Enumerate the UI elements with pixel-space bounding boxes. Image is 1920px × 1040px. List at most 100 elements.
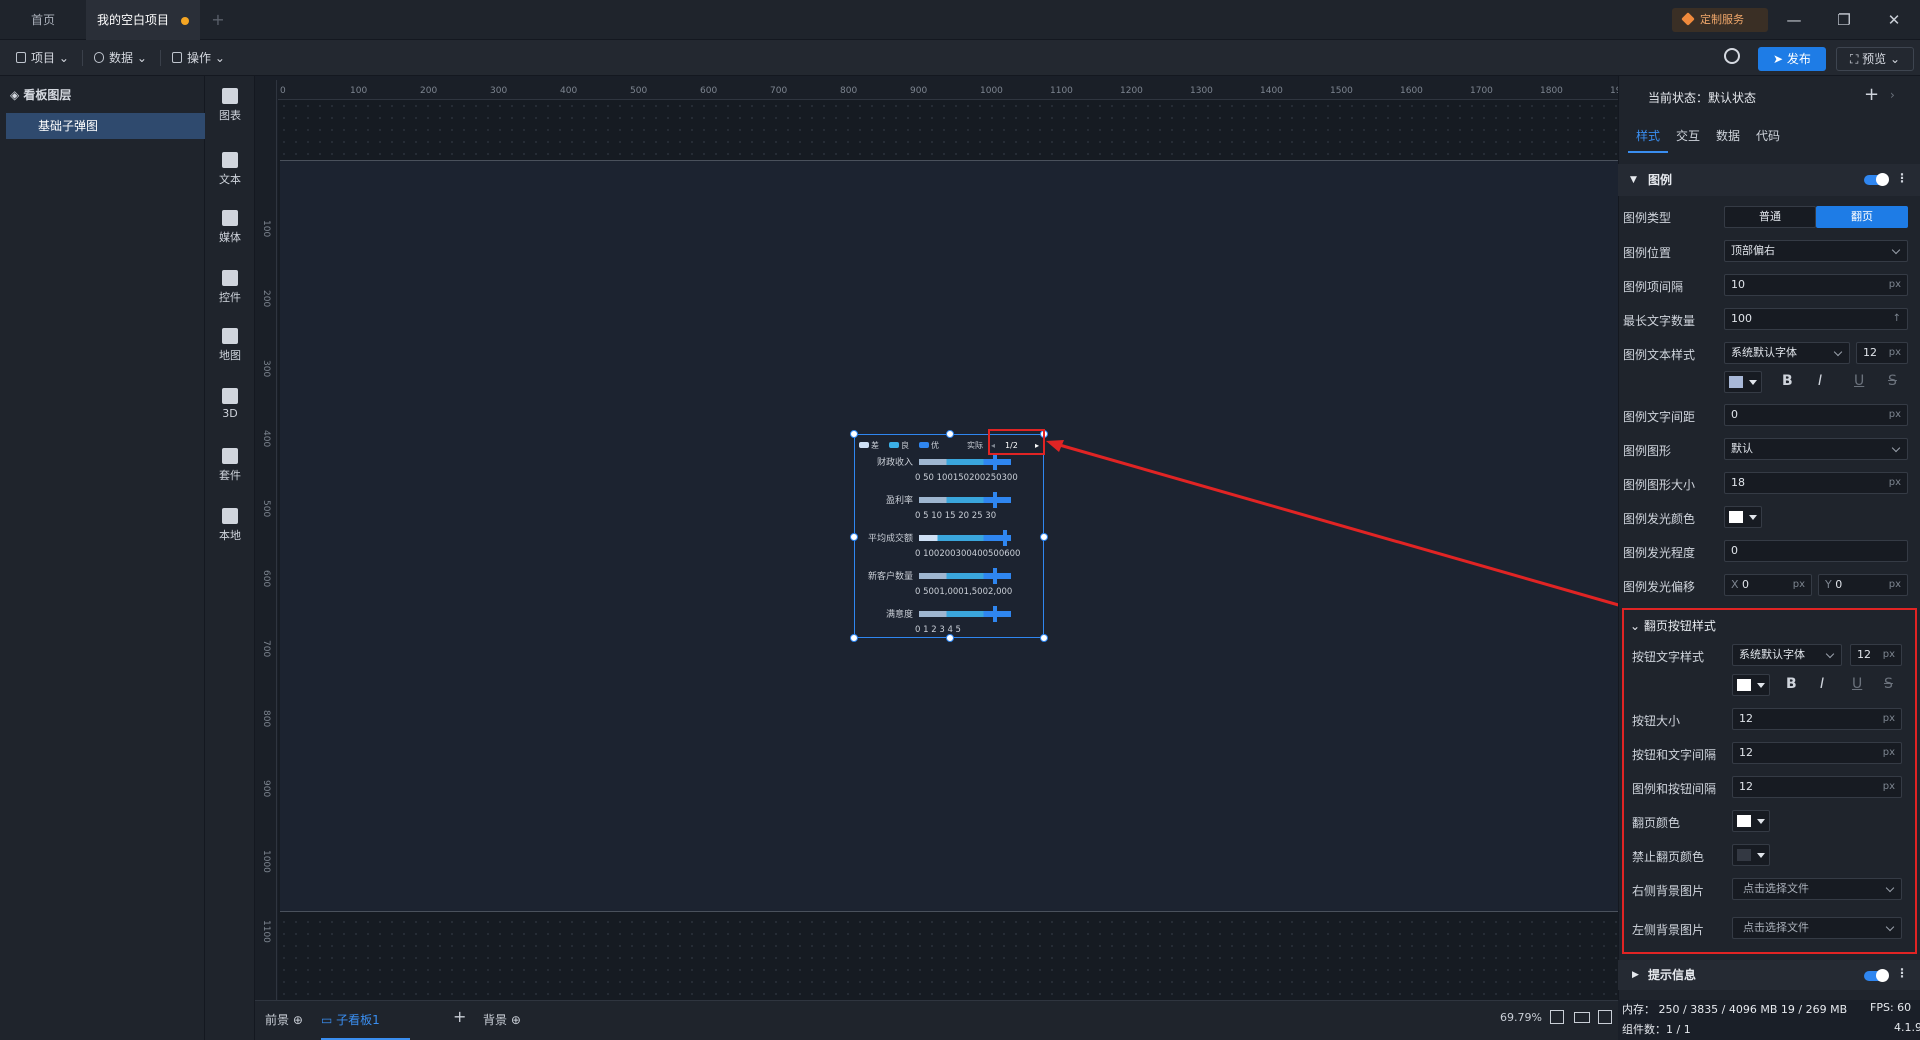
resize-handle[interactable] (850, 430, 858, 438)
tab-project[interactable]: 我的空白项目 (86, 0, 200, 40)
tab-code[interactable]: 代码 (1756, 127, 1780, 144)
resize-handle[interactable] (946, 430, 954, 438)
ruler-tick-label: 1600 (1400, 86, 1423, 96)
resize-handle[interactable] (1040, 533, 1048, 541)
disabled-color-picker[interactable] (1732, 844, 1770, 866)
menu-operation[interactable]: 操作 ⌄ (168, 46, 225, 70)
ruler-tick-label: 600 (261, 570, 271, 588)
left-bg-file-select[interactable]: 点击选择文件 (1732, 917, 1902, 939)
ruler-tick-label: 1200 (1120, 86, 1143, 96)
ruler-tick-label: 500 (630, 86, 648, 96)
tab-style[interactable]: 样式 (1636, 127, 1660, 144)
text-spacing-input[interactable]: 0 px (1724, 404, 1908, 426)
glow-x-input[interactable]: X 0 px (1724, 574, 1812, 596)
tooltip-toggle[interactable] (1864, 969, 1889, 982)
text-color-picker[interactable] (1724, 371, 1762, 393)
fit-screen-icon[interactable] (1550, 1010, 1564, 1024)
terminal-icon[interactable] (1598, 1010, 1612, 1024)
btn-size-input[interactable]: 12 px (1732, 708, 1902, 730)
tool-kit[interactable]: 套件 (205, 448, 255, 483)
glow-y-input[interactable]: Y 0 px (1818, 574, 1908, 596)
tool-chart[interactable]: 图表 (205, 88, 255, 123)
btn-text-color-picker[interactable] (1732, 674, 1770, 696)
keyboard-icon[interactable] (1574, 1012, 1590, 1023)
right-bg-file-select[interactable]: 点击选择文件 (1732, 878, 1902, 900)
component-count: 组件数：1 / 1 (1622, 1023, 1691, 1036)
tab-subboard[interactable]: ▭ 子看板1 (321, 1011, 410, 1040)
publish-button[interactable]: ➤ 发布 (1758, 47, 1826, 71)
tab-background[interactable]: 背景 ⊕ (483, 1011, 521, 1028)
tool-local[interactable]: 本地 (205, 508, 255, 543)
bullet-bar (919, 611, 1011, 617)
tool-map[interactable]: 地图 (205, 328, 255, 363)
minimize-icon[interactable]: — (1782, 8, 1806, 32)
custom-service-button[interactable]: 定制服务 (1672, 8, 1768, 32)
restore-icon[interactable]: ❐ (1832, 8, 1856, 32)
legend-btn-gap-input[interactable]: 12 px (1732, 776, 1902, 798)
glow-color-picker[interactable] (1724, 506, 1762, 528)
tab-home[interactable]: 首页 (0, 0, 86, 40)
ruler-tick-label: 900 (910, 86, 928, 96)
zoom-level[interactable]: 69.79% (1500, 1011, 1542, 1024)
pager-section-header[interactable]: ⌄ 翻页按钮样式 (1630, 617, 1716, 634)
tab-interaction[interactable]: 交互 (1676, 127, 1700, 144)
legend-toggle[interactable] (1864, 173, 1889, 186)
add-state-button[interactable]: + (1864, 84, 1879, 105)
btn-italic-button[interactable]: I (1820, 676, 1824, 692)
underline-button[interactable]: U (1854, 373, 1864, 389)
menu-data[interactable]: 数据 ⌄ (90, 46, 147, 70)
title-bar: 首页 我的空白项目 + (0, 0, 1920, 40)
add-tab-button[interactable]: + (206, 0, 230, 40)
preview-button[interactable]: ⛶ 预览 ⌄ (1836, 47, 1914, 71)
tool-text[interactable]: 文本 (205, 152, 255, 187)
btn-font-size-input[interactable]: 12 px (1850, 644, 1902, 666)
tool-3d[interactable]: 3D (205, 388, 255, 420)
menu-project[interactable]: 项目 ⌄ (12, 46, 69, 70)
kit-icon (222, 448, 238, 464)
shape-select[interactable]: 默认 (1724, 438, 1908, 460)
more-icon[interactable]: ⋮ (1896, 171, 1908, 185)
glow-level-input[interactable]: 0 (1724, 540, 1908, 562)
max-chars-input[interactable]: 100 ↑ (1724, 308, 1908, 330)
tool-control[interactable]: 控件 (205, 270, 255, 305)
legend-type-normal[interactable]: 普通 (1724, 206, 1816, 228)
ruler-tick-label: 800 (840, 86, 858, 96)
text-size-input[interactable]: 12 px (1856, 342, 1908, 364)
legend-position-select[interactable]: 顶部偏右 (1724, 240, 1908, 262)
close-icon[interactable]: ✕ (1882, 8, 1906, 32)
resize-handle[interactable] (946, 634, 954, 642)
ruler-tick-label: 900 (261, 780, 271, 798)
btn-strike-button[interactable]: S (1884, 676, 1893, 692)
search-icon[interactable] (1724, 48, 1740, 64)
text-font-select[interactable]: 系统默认字体 (1724, 342, 1850, 364)
legend-type-paged[interactable]: 翻页 (1816, 206, 1908, 228)
max-chars-label: 最长文字数量 (1623, 314, 1696, 328)
target-marker (1003, 530, 1007, 546)
resize-handle[interactable] (1040, 634, 1048, 642)
shape-size-input[interactable]: 18 px (1724, 472, 1908, 494)
chevron-right-icon[interactable]: › (1890, 88, 1895, 102)
tab-foreground[interactable]: 前景 ⊕ (265, 1011, 303, 1028)
glow-color-label: 图例发光颜色 (1623, 512, 1696, 526)
legend-gap-input[interactable]: 10 px (1724, 274, 1908, 296)
more-icon[interactable]: ⋮ (1896, 966, 1908, 980)
layer-item[interactable]: 基础子弹图 (6, 113, 205, 139)
add-board-button[interactable]: + (453, 1007, 466, 1026)
page-color-picker[interactable] (1732, 810, 1770, 832)
ruler-tick-label: 1100 (1050, 86, 1073, 96)
btn-underline-button[interactable]: U (1852, 676, 1862, 692)
bold-button[interactable]: B (1782, 373, 1793, 389)
ruler-left: 100 200 300 400 500 600 700 800 900 1000 1100 (255, 80, 277, 1000)
resize-handle[interactable] (850, 634, 858, 642)
btn-font-select[interactable]: 系统默认字体 (1732, 644, 1842, 666)
tool-media[interactable]: 媒体 (205, 210, 255, 245)
target-marker (993, 454, 997, 470)
btn-text-gap-input[interactable]: 12 px (1732, 742, 1902, 764)
strike-button[interactable]: S (1888, 373, 1897, 389)
bullet-chart-widget[interactable]: 差 良 优 实际 ◂ 1/2 ▸ 财政收入 0 50 1001502002503… (850, 430, 1048, 642)
resize-handle[interactable] (850, 533, 858, 541)
ruler-tick-label: 500 (261, 500, 271, 518)
tab-data[interactable]: 数据 (1716, 127, 1740, 144)
italic-button[interactable]: I (1818, 373, 1822, 389)
btn-bold-button[interactable]: B (1786, 676, 1797, 692)
